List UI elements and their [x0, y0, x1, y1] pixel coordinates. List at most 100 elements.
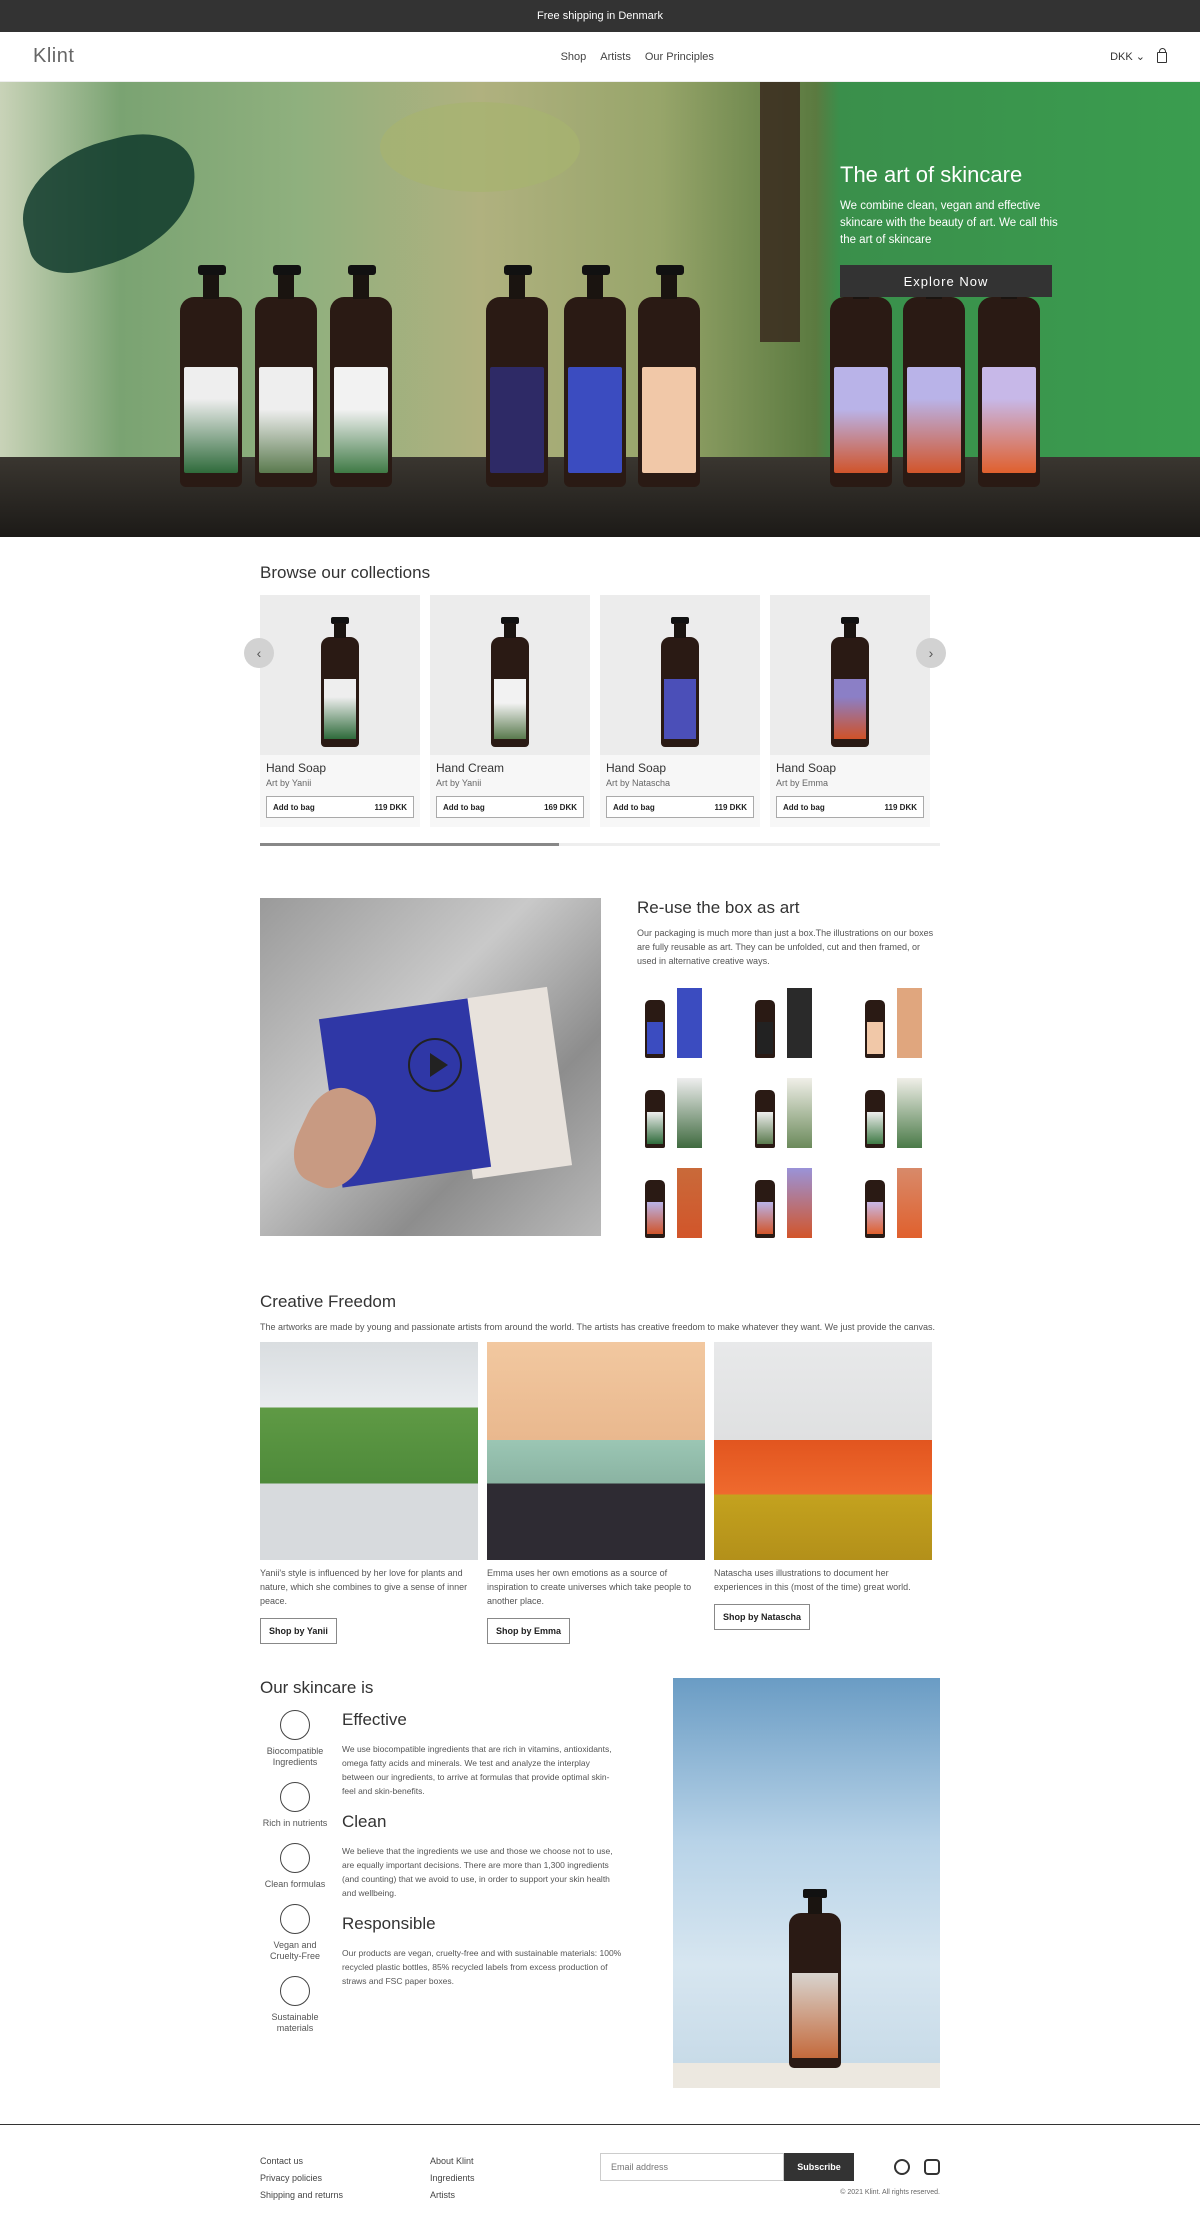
carousel-next-button[interactable]: › — [916, 638, 946, 668]
announcement-text: Free shipping in Denmark — [537, 10, 663, 22]
icon-label: Rich in nutrients — [262, 1818, 328, 1828]
shop-by-yanii-button[interactable]: Shop by Yanii — [260, 1618, 337, 1644]
responsible-heading: Responsible — [342, 1914, 436, 1933]
nav-artists[interactable]: Artists — [600, 51, 631, 63]
add-to-bag-button[interactable]: Add to bag 119 DKK — [606, 796, 754, 818]
shop-by-natascha-button[interactable]: Shop by Natascha — [714, 1604, 811, 1630]
hero-bottle — [330, 265, 392, 487]
instagram-icon[interactable] — [924, 2159, 940, 2175]
product-bottle-image — [788, 1889, 841, 2068]
packaging-item — [637, 1078, 717, 1148]
reuse-video[interactable] — [260, 898, 601, 1236]
product-name[interactable]: Hand Soap — [266, 761, 414, 775]
product-image[interactable] — [260, 595, 420, 755]
test-tube-icon — [280, 1843, 310, 1873]
footer-link-about[interactable]: About Klint — [430, 2153, 600, 2170]
hero-title: The art of skincare — [840, 162, 1023, 187]
hero-painting-stroke — [760, 82, 800, 342]
add-to-bag-button[interactable]: Add to bag 119 DKK — [266, 796, 414, 818]
hero-bottle — [255, 265, 317, 487]
packaging-item — [747, 988, 827, 1058]
skincare-icons: Biocompatible Ingredients Rich in nutrie… — [260, 1710, 330, 2048]
molecule-icon — [280, 1710, 310, 1740]
add-to-bag-label: Add to bag — [273, 802, 315, 812]
currency-selector[interactable]: DKK ⌄ — [1110, 50, 1145, 63]
icon-label: Sustainable materials — [271, 2012, 319, 2033]
copyright: © 2021 Klint. All rights reserved. — [840, 2189, 940, 2196]
reuse-content: Re-use the box as art Our packaging is m… — [637, 898, 937, 1238]
add-to-bag-button[interactable]: Add to bag 169 DKK — [436, 796, 584, 818]
artist-photo[interactable] — [487, 1342, 705, 1560]
clean-heading: Clean — [342, 1812, 387, 1831]
site-header: Klint Shop Artists Our Principles DKK ⌄ — [0, 32, 1200, 82]
product-card[interactable]: Hand Soap Art by Emma Add to bag 119 DKK — [770, 595, 930, 827]
product-image[interactable] — [430, 595, 590, 755]
packaging-item — [747, 1168, 827, 1238]
subscribe-button[interactable]: Subscribe — [784, 2153, 854, 2181]
artist-caption: Yanii's style is influenced by her love … — [260, 1568, 468, 1606]
carousel-scrollbar[interactable] — [260, 843, 940, 846]
skincare-blocks: Effective We use biocompatible ingredien… — [342, 1710, 622, 2048]
scrollbar-thumb[interactable] — [260, 843, 560, 846]
artist-caption: Natascha uses illustrations to document … — [714, 1568, 911, 1592]
nav-principles[interactable]: Our Principles — [645, 51, 714, 63]
chevron-left-icon: ‹ — [256, 645, 262, 661]
footer-link-shipping[interactable]: Shipping and returns — [260, 2187, 430, 2204]
product-card[interactable]: Hand Cream Art by Yanii Add to bag 169 DK… — [430, 595, 590, 827]
artist-photo[interactable] — [260, 1342, 478, 1560]
reuse-title: Re-use the box as art — [637, 898, 800, 917]
logo[interactable]: Klint — [33, 45, 74, 68]
footer-col-help: Contact us Privacy policies Shipping and… — [260, 2153, 430, 2204]
icon-label: Biocompatible Ingredients — [266, 1746, 324, 1767]
artist-caption: Emma uses her own emotions as a source o… — [487, 1568, 692, 1606]
product-name[interactable]: Hand Soap — [606, 761, 754, 775]
product-name[interactable]: Hand Cream — [436, 761, 584, 775]
explore-now-button[interactable]: Explore Now — [840, 265, 1052, 297]
social-links — [894, 2159, 940, 2204]
pinterest-icon[interactable] — [894, 2159, 910, 2175]
skincare-content: Our skincare is Biocompatible Ingredient… — [260, 1678, 623, 2088]
cart-icon[interactable] — [1157, 48, 1167, 63]
email-field[interactable] — [600, 2153, 784, 2181]
product-name[interactable]: Hand Soap — [776, 761, 924, 775]
product-image[interactable] — [600, 595, 760, 755]
footer-link-privacy[interactable]: Privacy policies — [260, 2170, 430, 2187]
vegan-icon — [280, 1904, 310, 1934]
add-to-bag-label: Add to bag — [443, 802, 485, 812]
product-image[interactable] — [770, 595, 930, 755]
footer-link-contact[interactable]: Contact us — [260, 2153, 430, 2170]
hero-bottle — [638, 265, 700, 487]
nav-shop[interactable]: Shop — [561, 51, 587, 63]
skincare-image — [672, 1678, 940, 2088]
footer-col-about: About Klint Ingredients Artists — [430, 2153, 600, 2204]
chevron-down-icon: ⌄ — [1135, 51, 1145, 63]
footer-link-ingredients[interactable]: Ingredients — [430, 2170, 600, 2187]
add-to-bag-button[interactable]: Add to bag 119 DKK — [776, 796, 924, 818]
creative-section: Creative Freedom The artworks are made b… — [260, 1292, 940, 1644]
reuse-section: Re-use the box as art Our packaging is m… — [260, 898, 940, 1238]
packaging-item — [747, 1078, 827, 1148]
hero-bottle — [564, 265, 626, 487]
product-price: 119 DKK — [884, 802, 917, 812]
product-card[interactable]: Hand Soap Art by Natascha Add to bag 119 … — [600, 595, 760, 827]
product-artist: Art by Emma — [776, 778, 829, 788]
product-price: 119 DKK — [374, 802, 407, 812]
play-icon[interactable] — [408, 1038, 462, 1092]
site-footer: Contact us Privacy policies Shipping and… — [0, 2124, 1200, 2238]
carousel-prev-button[interactable]: ‹ — [244, 638, 274, 668]
nutrients-icon — [280, 1782, 310, 1812]
collections-section: Browse our collections Hand Soap Art by … — [244, 537, 946, 846]
artist-photo[interactable] — [714, 1342, 932, 1560]
add-to-bag-label: Add to bag — [783, 802, 825, 812]
collections-title: Browse our collections — [260, 563, 431, 582]
chevron-right-icon: › — [928, 645, 934, 661]
artists-grid: Yanii's style is influenced by her love … — [260, 1342, 940, 1644]
footer-link-artists[interactable]: Artists — [430, 2187, 600, 2204]
creative-title: Creative Freedom — [260, 1292, 397, 1311]
creative-description: The artworks are made by young and passi… — [260, 1322, 935, 1332]
product-carousel: Hand Soap Art by Yanii Add to bag 119 DKK… — [260, 595, 940, 827]
product-card[interactable]: Hand Soap Art by Yanii Add to bag 119 DKK — [260, 595, 420, 827]
packaging-item — [637, 988, 717, 1058]
artist-card: Yanii's style is influenced by her love … — [260, 1342, 478, 1644]
shop-by-emma-button[interactable]: Shop by Emma — [487, 1618, 571, 1644]
